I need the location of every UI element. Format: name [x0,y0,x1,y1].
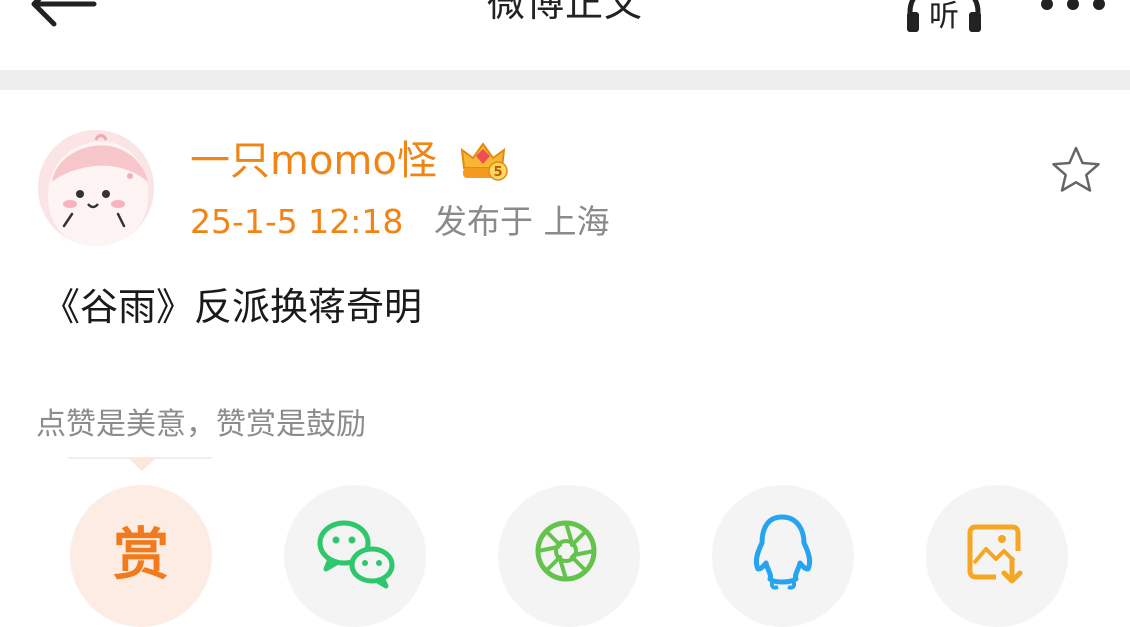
avatar-image [38,130,154,246]
save-image-icon [967,524,1023,584]
hint-pointer-arrow [128,458,156,471]
top-navigation-bar: 微博正文 听 [0,0,1130,70]
favorite-button[interactable] [1048,143,1104,199]
share-qq-button[interactable] [712,485,854,627]
save-image-button[interactable] [926,485,1068,627]
post-timestamp: 25-1-5 12:18 [190,202,404,241]
crown-badge-icon: 5 [458,138,508,184]
author-avatar[interactable] [38,130,154,246]
post-content: 《谷雨》反派换蒋奇明 [42,285,423,329]
reward-hint-text: 点赞是美意，赞赏是鼓励 [36,407,366,442]
section-divider [0,70,1130,90]
author-name[interactable]: 一只momo怪 [190,136,437,186]
qq-icon [753,514,813,590]
moments-icon [535,520,597,582]
more-dots-icon [1041,0,1105,10]
reward-label: 赏 [113,523,169,588]
post-location: 发布于 上海 [434,202,610,241]
badge-level: 5 [493,165,502,180]
star-icon [1052,146,1100,192]
share-moments-button[interactable] [498,485,640,627]
wechat-icon [317,520,395,589]
more-options-button[interactable] [1036,0,1110,22]
headphones-icon: 听 [907,0,981,34]
listen-button[interactable]: 听 [904,0,984,34]
share-wechat-button[interactable] [284,485,426,627]
reward-button[interactable]: 赏 [70,485,212,627]
listen-label: 听 [929,0,959,32]
